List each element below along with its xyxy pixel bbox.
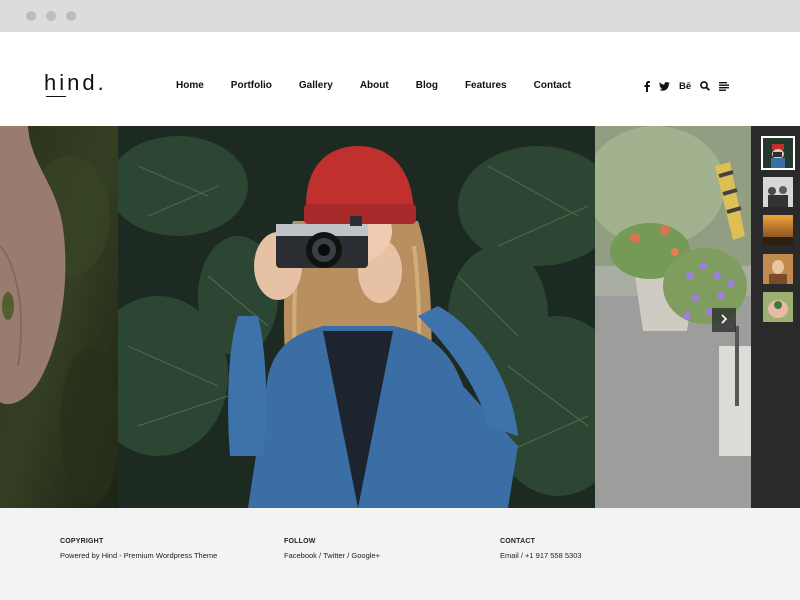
site-header: hind. Home Portfolio Gallery About Blog … — [0, 32, 800, 126]
menu-icon[interactable] — [719, 80, 730, 92]
thumbnail-sunset[interactable] — [763, 215, 793, 245]
browser-title-bar — [0, 0, 800, 32]
site-logo[interactable]: hind. — [44, 70, 107, 96]
footer-contact-info: Email / +1 917 558 5303 — [500, 551, 582, 560]
thumbnail-hands-plant[interactable] — [763, 292, 793, 322]
nav-contact[interactable]: Contact — [534, 80, 571, 91]
theme-link[interactable]: Hind - Premium Wordpress Theme — [102, 551, 218, 560]
footer-follow-links: Facebook / Twitter / Google+ — [284, 551, 380, 560]
facebook-link[interactable]: Facebook — [284, 551, 317, 560]
facebook-icon[interactable] — [644, 80, 650, 92]
nav-portfolio[interactable]: Portfolio — [231, 80, 272, 91]
googleplus-link[interactable]: Google+ — [351, 551, 380, 560]
slide-hand-photo[interactable] — [0, 126, 118, 508]
search-icon[interactable] — [700, 80, 711, 92]
twitter-icon[interactable] — [659, 80, 670, 92]
footer-contact-heading: CONTACT — [500, 538, 536, 545]
thumbnail-strip — [751, 126, 800, 508]
nav-features[interactable]: Features — [465, 80, 507, 91]
email-link[interactable]: Email — [500, 551, 519, 560]
minimize-dot[interactable] — [46, 11, 56, 21]
footer-follow-heading: FOLLOW — [284, 538, 316, 545]
close-dot[interactable] — [26, 11, 36, 21]
header-icons: Bē — [644, 80, 738, 92]
nav-about[interactable]: About — [360, 80, 389, 91]
footer-copyright: COPYRIGHT Powered by Hind - Premium Word… — [60, 538, 217, 560]
chevron-right-icon — [720, 311, 728, 329]
footer-contact: CONTACT Email / +1 917 558 5303 — [500, 538, 582, 560]
phone-link[interactable]: +1 917 558 5303 — [525, 551, 582, 560]
twitter-link[interactable]: Twitter — [323, 551, 345, 560]
nav-gallery[interactable]: Gallery — [299, 80, 333, 91]
footer-copyright-heading: COPYRIGHT — [60, 538, 104, 545]
slide-woman-with-camera-photo[interactable] — [118, 126, 595, 508]
thumbnail-woman-camera[interactable] — [761, 136, 795, 170]
behance-icon[interactable]: Bē — [679, 80, 691, 92]
powered-by-label: Powered by — [60, 551, 102, 560]
thumbnail-team[interactable] — [763, 177, 793, 207]
nav-home[interactable]: Home — [176, 80, 204, 91]
site-footer: COPYRIGHT Powered by Hind - Premium Word… — [0, 508, 800, 600]
logo-underline — [46, 96, 66, 97]
gallery-slider — [0, 126, 800, 508]
footer-follow: FOLLOW Facebook / Twitter / Google+ — [284, 538, 380, 560]
nav-blog[interactable]: Blog — [416, 80, 438, 91]
main-nav: Home Portfolio Gallery About Blog Featur… — [176, 80, 598, 91]
thumbnail-portrait[interactable] — [763, 254, 793, 284]
maximize-dot[interactable] — [66, 11, 76, 21]
footer-copyright-text: Powered by Hind - Premium Wordpress Them… — [60, 551, 217, 560]
next-slide-button[interactable] — [712, 308, 736, 332]
